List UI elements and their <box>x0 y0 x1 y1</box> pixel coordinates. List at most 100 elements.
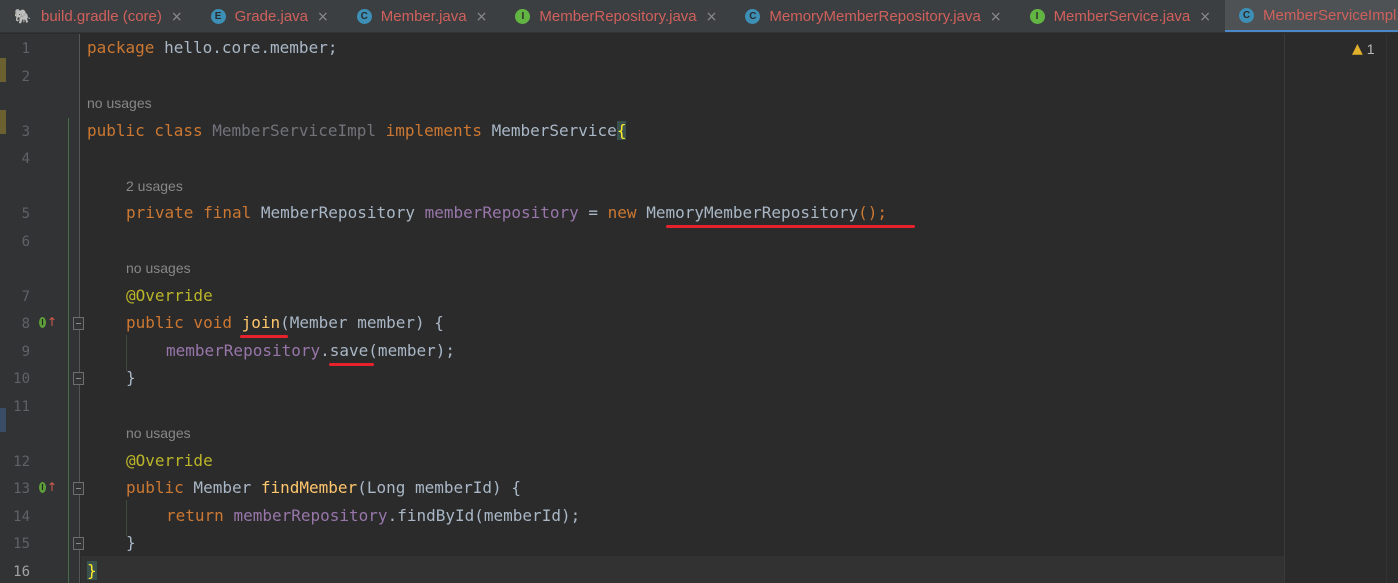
code-text: hello.core.member; <box>154 38 338 57</box>
parameters: (Member member) { <box>280 313 444 332</box>
type-name: MemberRepository <box>251 203 425 222</box>
current-line-highlight <box>81 556 1284 583</box>
implements-method-icon[interactable]: I ↑ <box>39 480 57 494</box>
line-number: 12 <box>13 454 30 470</box>
tab-memberservice-java[interactable]: I MemberService.java × <box>1016 0 1225 32</box>
line-number: 9 <box>21 344 30 360</box>
keyword: private final <box>126 203 252 222</box>
tab-build-gradle-core[interactable]: 🐘 build.gradle (core) × <box>0 0 197 32</box>
close-icon[interactable]: × <box>317 9 329 25</box>
tab-memorymemberrepository-java[interactable]: C MemoryMemberRepository.java × <box>731 0 1015 32</box>
keyword: package <box>87 38 155 57</box>
line-number: 1 <box>21 41 30 57</box>
field-name: memberRepository <box>424 203 579 222</box>
code-line: public void join(Member member) { <box>126 313 444 333</box>
red-underline-annotation <box>329 363 374 366</box>
code-line: } <box>126 368 136 387</box>
punctuation: (); <box>858 203 888 222</box>
red-underline-annotation <box>240 335 288 338</box>
code-editor[interactable]: package hello.core.member; no usages pub… <box>68 34 1284 583</box>
usages-hint[interactable]: 2 usages <box>126 177 183 195</box>
field-name: memberRepository <box>166 341 321 360</box>
interface-marker-icon: I <box>39 481 46 493</box>
code-line: } <box>126 533 136 552</box>
interface-name: MemberService <box>481 121 617 140</box>
tab-grade-java[interactable]: E Grade.java × <box>197 0 343 32</box>
line-number: 15 <box>13 536 30 552</box>
operator: = <box>578 203 608 222</box>
line-number: 13 <box>13 481 30 497</box>
tab-label: MemberRepository.java <box>539 8 697 25</box>
indent-guide <box>68 118 69 583</box>
close-icon[interactable]: × <box>171 9 183 25</box>
tab-label: MemberServiceImpl.java <box>1263 6 1398 24</box>
line-number: 7 <box>21 289 30 305</box>
usages-hint[interactable]: no usages <box>126 424 191 442</box>
line-number-current: 16 <box>13 564 30 580</box>
line-number: 10 <box>13 371 30 387</box>
close-icon[interactable]: × <box>1199 9 1211 25</box>
warning-count: 1 <box>1366 41 1375 57</box>
annotation: @Override <box>126 451 213 470</box>
code-line: private final MemberRepository memberRep… <box>126 203 887 223</box>
enum-icon: E <box>210 9 226 24</box>
line-number: 6 <box>21 234 30 250</box>
tab-label: build.gradle (core) <box>41 8 162 25</box>
close-icon[interactable]: × <box>476 9 488 25</box>
keyword: new <box>607 203 637 222</box>
parameters: (Long memberId) { <box>357 478 521 497</box>
arrow-up-icon: ↑ <box>46 480 57 494</box>
tab-label: MemoryMemberRepository.java <box>769 8 981 25</box>
keyword: public class <box>87 121 203 140</box>
method-name: findMember <box>260 478 358 497</box>
keyword: public <box>126 478 184 497</box>
line-number: 2 <box>21 69 30 85</box>
indent-guide <box>126 500 127 536</box>
method-name: join <box>241 313 281 332</box>
close-icon[interactable]: × <box>706 9 718 25</box>
close-icon[interactable]: × <box>990 9 1002 25</box>
class-icon: C <box>1239 7 1255 23</box>
tab-label: Member.java <box>380 8 467 25</box>
interface-marker-icon: I <box>39 316 46 328</box>
editor-tab-bar: 🐘 build.gradle (core) × E Grade.java × C Member… <box>0 0 1398 33</box>
line-number: 8 <box>21 316 30 332</box>
tab-member-java[interactable]: C Member.java × <box>343 0 502 32</box>
code-line: public class MemberServiceImpl implement… <box>87 121 627 141</box>
arrow-up-icon: ↑ <box>46 315 57 329</box>
usages-hint[interactable]: no usages <box>126 259 191 277</box>
brace: { <box>616 121 627 140</box>
class-icon: C <box>745 9 761 24</box>
line-number: 3 <box>21 124 30 140</box>
code-line: memberRepository.save(member); <box>166 341 455 361</box>
interface-icon: I <box>1029 9 1045 24</box>
field-name: memberRepository <box>233 506 388 525</box>
inspection-widget[interactable]: ▲ 1 <box>1352 41 1375 57</box>
tab-memberrepository-java[interactable]: I MemberRepository.java × <box>501 0 731 32</box>
method-call: .findById(memberId); <box>387 506 581 525</box>
line-number: 11 <box>13 399 30 415</box>
implements-method-icon[interactable]: I ↑ <box>39 315 57 329</box>
keyword: return <box>166 506 234 525</box>
keyword: implements <box>385 121 482 140</box>
usages-hint[interactable]: no usages <box>87 94 152 112</box>
line-number: 14 <box>13 509 30 525</box>
line-number: 4 <box>21 151 30 167</box>
class-name: MemberServiceImpl <box>202 121 386 140</box>
arguments: (member); <box>368 341 455 360</box>
tab-memberserviceimpl-java[interactable]: CMemberServiceImpl.java× <box>1225 0 1398 32</box>
code-line: package hello.core.member; <box>87 38 337 58</box>
red-underline-annotation <box>666 225 915 228</box>
type-name: Member <box>183 478 261 497</box>
keyword: public void <box>126 313 242 332</box>
vertical-scrollbar[interactable] <box>1386 34 1398 583</box>
gradle-icon: 🐘 <box>14 8 32 24</box>
code-line: return memberRepository.findById(memberI… <box>166 506 580 526</box>
annotation: @Override <box>126 286 213 305</box>
line-number: 5 <box>21 206 30 222</box>
warning-icon: ▲ <box>1352 41 1363 57</box>
method-call: .save <box>320 341 369 360</box>
brace: } <box>87 561 97 580</box>
interface-icon: I <box>515 9 531 24</box>
class-icon: C <box>356 9 372 24</box>
